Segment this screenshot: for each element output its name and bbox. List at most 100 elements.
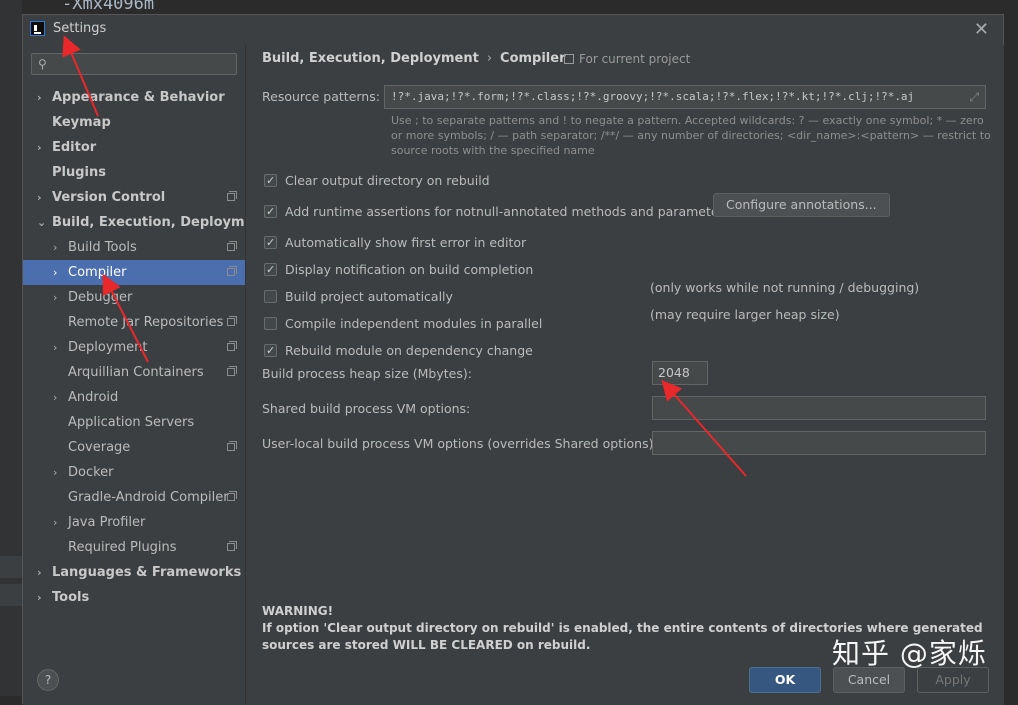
chevron-right-icon[interactable]: › bbox=[53, 235, 57, 260]
project-level-icon bbox=[227, 366, 237, 376]
sidebar-item-label: Appearance & Behavior bbox=[52, 90, 225, 105]
resource-patterns-label: Resource patterns: bbox=[262, 89, 380, 104]
sidebar-item-appearance-behavior[interactable]: › Appearance & Behavior bbox=[23, 85, 245, 110]
chevron-right-icon[interactable]: › bbox=[53, 460, 57, 485]
help-button[interactable]: ? bbox=[37, 669, 59, 691]
option-label: Compile independent modules in parallel bbox=[285, 316, 543, 331]
option-row[interactable]: Compile independent modules in parallel bbox=[264, 314, 542, 334]
project-level-icon bbox=[227, 241, 237, 251]
sidebar-item-tools[interactable]: › Tools bbox=[23, 585, 245, 610]
checkbox-checked[interactable] bbox=[264, 171, 277, 191]
intellij-logo-icon bbox=[30, 21, 45, 36]
for-project-label: For current project bbox=[579, 52, 691, 66]
option-row[interactable]: Automatically show first error in editor bbox=[264, 233, 526, 253]
ok-button[interactable]: OK bbox=[749, 667, 821, 693]
shared-vm-options-input[interactable] bbox=[652, 396, 986, 420]
resource-patterns-hint: Use ; to separate patterns and ! to nega… bbox=[391, 114, 991, 157]
sidebar-item-arquillian-containers[interactable]: Arquillian Containers bbox=[23, 360, 245, 385]
checkbox-unchecked[interactable] bbox=[264, 317, 277, 330]
option-label: Add runtime assertions for notnull-annot… bbox=[285, 204, 731, 219]
sidebar-item-label: Build Tools bbox=[68, 240, 137, 255]
project-level-icon bbox=[227, 541, 237, 551]
checkbox-checked[interactable] bbox=[264, 260, 277, 280]
configure-annotations-button[interactable]: Configure annotations... bbox=[713, 193, 890, 217]
settings-search[interactable]: ⚲ bbox=[31, 53, 237, 75]
sidebar-item-keymap[interactable]: Keymap bbox=[23, 110, 245, 135]
option-row[interactable]: Display notification on build completion bbox=[264, 260, 533, 280]
zhihu-watermark: 知乎 @家烁 bbox=[832, 637, 987, 670]
search-icon: ⚲ bbox=[38, 57, 47, 71]
build-auto-note: (only works while not running / debuggin… bbox=[650, 280, 920, 295]
sidebar-item-label: Docker bbox=[68, 465, 114, 480]
chevron-right-icon[interactable]: › bbox=[53, 260, 57, 285]
sidebar-item-remote-jar-repositories[interactable]: Remote Jar Repositories bbox=[23, 310, 245, 335]
sidebar-item-plugins[interactable]: Plugins bbox=[23, 160, 245, 185]
sidebar-item-label: Java Profiler bbox=[68, 515, 146, 530]
option-row[interactable]: Build project automatically bbox=[264, 287, 453, 307]
sidebar-item-label: Version Control bbox=[52, 190, 166, 205]
breadcrumb-separator-icon: › bbox=[486, 51, 493, 66]
sidebar-item-label: Editor bbox=[52, 140, 97, 155]
sidebar-item-languages-frameworks[interactable]: › Languages & Frameworks bbox=[23, 560, 245, 585]
sidebar-item-docker[interactable]: › Docker bbox=[23, 460, 245, 485]
chevron-right-icon[interactable]: › bbox=[37, 585, 42, 610]
sidebar-item-debugger[interactable]: › Debugger bbox=[23, 285, 245, 310]
sidebar-item-compiler[interactable]: › Compiler bbox=[23, 260, 245, 285]
heap-size-input[interactable]: 2048 bbox=[652, 361, 708, 385]
close-icon[interactable]: ✕ bbox=[974, 19, 989, 40]
chevron-right-icon[interactable]: › bbox=[53, 385, 57, 410]
chevron-right-icon[interactable]: › bbox=[53, 285, 57, 310]
chevron-right-icon[interactable]: › bbox=[37, 185, 42, 210]
breadcrumb-current: Compiler bbox=[500, 51, 566, 66]
sidebar-item-version-control[interactable]: › Version Control bbox=[23, 185, 245, 210]
option-label: Rebuild module on dependency change bbox=[285, 343, 533, 358]
sidebar-item-label: Application Servers bbox=[68, 415, 195, 430]
sidebar-item-java-profiler[interactable]: › Java Profiler bbox=[23, 510, 245, 535]
chevron-right-icon[interactable]: › bbox=[37, 135, 42, 160]
chevron-right-icon[interactable]: › bbox=[37, 85, 42, 110]
sidebar-item-label: Gradle-Android Compiler bbox=[68, 490, 229, 505]
sidebar-item-label: Required Plugins bbox=[68, 540, 177, 555]
search-input[interactable] bbox=[54, 55, 236, 75]
user-vm-options-label: User-local build process VM options (ove… bbox=[262, 436, 658, 451]
resource-patterns-value: !?*.java;!?*.form;!?*.class;!?*.groovy;!… bbox=[391, 90, 915, 103]
sidebar-item-android[interactable]: › Android bbox=[23, 385, 245, 410]
sidebar-item-gradle-android-compiler[interactable]: Gradle-Android Compiler bbox=[23, 485, 245, 510]
option-row[interactable]: Clear output directory on rebuild bbox=[264, 171, 490, 191]
sidebar-item-label: Plugins bbox=[52, 165, 106, 180]
editor-code-line: -Xmx4096m bbox=[62, 0, 155, 14]
expand-icon[interactable]: ⤢ bbox=[969, 86, 979, 108]
chevron-right-icon[interactable]: › bbox=[37, 560, 42, 585]
chevron-right-icon[interactable]: › bbox=[53, 510, 57, 535]
breadcrumb-parent[interactable]: Build, Execution, Deployment bbox=[262, 51, 479, 66]
sidebar-item-label: Android bbox=[68, 390, 119, 405]
sidebar-item-deployment[interactable]: › Deployment bbox=[23, 335, 245, 360]
checkbox-checked[interactable] bbox=[264, 233, 277, 253]
chevron-down-icon[interactable]: ⌄ bbox=[37, 210, 46, 235]
user-vm-options-input[interactable] bbox=[652, 431, 986, 455]
option-row[interactable]: Rebuild module on dependency change bbox=[264, 341, 533, 361]
option-row[interactable]: Add runtime assertions for notnull-annot… bbox=[264, 202, 730, 222]
checkbox-checked[interactable] bbox=[264, 202, 277, 222]
checkbox-checked[interactable] bbox=[264, 341, 277, 361]
sidebar-item-label: Keymap bbox=[52, 115, 111, 130]
option-label: Automatically show first error in editor bbox=[285, 235, 527, 250]
shared-vm-options-label: Shared build process VM options: bbox=[262, 401, 471, 416]
breadcrumb: Build, Execution, Deployment › Compiler bbox=[262, 51, 566, 66]
warning-title: WARNING! bbox=[262, 604, 334, 618]
checkbox-unchecked[interactable] bbox=[264, 290, 277, 303]
sidebar-item-build-execution-deployment[interactable]: ⌄ Build, Execution, Deployment bbox=[23, 210, 269, 235]
sidebar-item-label: Build, Execution, Deployment bbox=[52, 215, 269, 230]
sidebar-item-build-tools[interactable]: › Build Tools bbox=[23, 235, 245, 260]
option-label: Display notification on build completion bbox=[285, 262, 534, 277]
chevron-right-icon[interactable]: › bbox=[53, 335, 57, 360]
heap-size-label: Build process heap size (Mbytes): bbox=[262, 366, 472, 381]
sidebar-item-editor[interactable]: › Editor bbox=[23, 135, 245, 160]
compiler-settings-panel: Build, Execution, Deployment › Compiler Fo… bbox=[245, 45, 1004, 705]
sidebar-item-label: Languages & Frameworks bbox=[52, 565, 242, 580]
sidebar-item-application-servers[interactable]: Application Servers bbox=[23, 410, 245, 435]
sidebar-item-label: Debugger bbox=[68, 290, 133, 305]
sidebar-item-required-plugins[interactable]: Required Plugins bbox=[23, 535, 245, 560]
resource-patterns-input[interactable]: !?*.java;!?*.form;!?*.class;!?*.groovy;!… bbox=[384, 85, 986, 109]
sidebar-item-coverage[interactable]: Coverage bbox=[23, 435, 245, 460]
